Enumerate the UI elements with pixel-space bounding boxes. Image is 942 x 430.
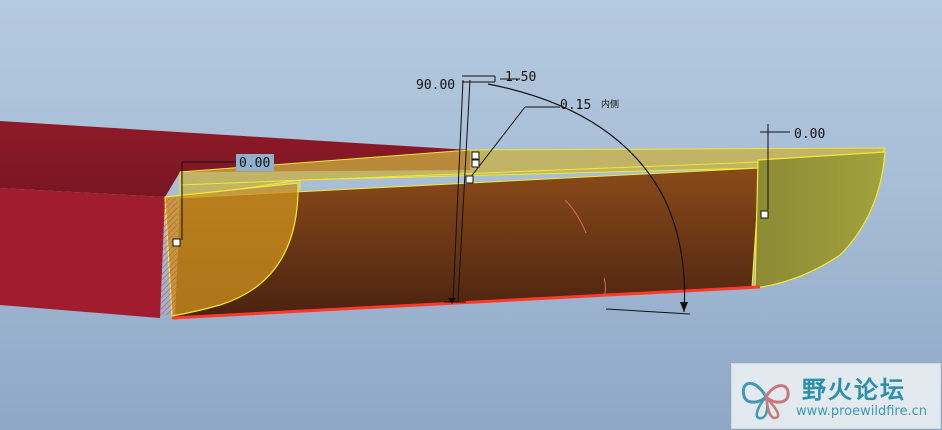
right-offset-value[interactable]: 0.00 — [794, 127, 825, 142]
right-drag-handle[interactable] — [760, 210, 769, 219]
radius-dimension-value[interactable]: 0.15 — [560, 98, 591, 113]
left-offset-value[interactable]: 0.00 — [239, 156, 270, 171]
watermark-url: www.proewildfire.cn — [796, 404, 927, 419]
graphics-viewport[interactable]: 90.00 1.50 0.15 内侧 0.00 0.00 野火论坛 www.pr… — [0, 0, 942, 430]
butterfly-logo-icon — [741, 381, 790, 420]
watermark-title: 野火论坛 — [802, 376, 906, 404]
left-drag-handle[interactable] — [172, 238, 181, 247]
radius-side-note: 内侧 — [601, 98, 619, 110]
radius-drag-handle[interactable] — [465, 175, 474, 184]
left-hatched-edge — [160, 198, 178, 316]
angle-dimension-value[interactable]: 90.00 — [416, 78, 455, 93]
top-drag-handle-1[interactable] — [471, 151, 480, 160]
preview-right-bend[interactable] — [754, 151, 886, 289]
solid-front-face[interactable] — [0, 188, 165, 318]
thickness-dimension-value[interactable]: 1.50 — [505, 70, 536, 85]
top-drag-handle-2[interactable] — [471, 159, 480, 168]
watermark: 野火论坛 www.proewildfire.cn — [731, 363, 941, 429]
